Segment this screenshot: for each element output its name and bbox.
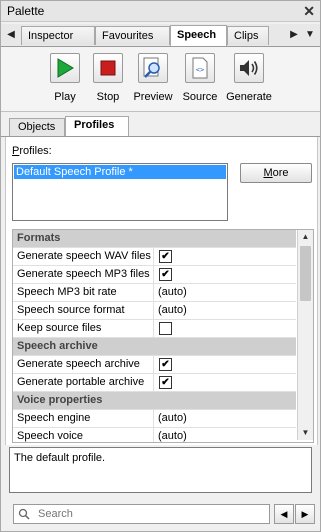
table-row[interactable]: Generate portable archive ✔ bbox=[13, 374, 296, 392]
generate-label: Generate bbox=[226, 91, 272, 103]
property-value[interactable]: (auto) bbox=[158, 412, 187, 424]
table-row[interactable]: Generate speech MP3 files ✔ bbox=[13, 266, 296, 284]
scroll-thumb[interactable] bbox=[300, 246, 311, 301]
section-header: Formats bbox=[13, 230, 296, 248]
property-key: Generate speech archive bbox=[17, 358, 140, 370]
source-document-icon: <> bbox=[185, 53, 215, 83]
svg-text:<>: <> bbox=[196, 66, 204, 74]
table-row[interactable]: Speech MP3 bit rate (auto) bbox=[13, 284, 296, 302]
tab-profiles[interactable]: Profiles bbox=[65, 116, 129, 136]
tab-scroll-right-icon[interactable]: ▶ bbox=[287, 26, 301, 43]
close-icon[interactable]: ✕ bbox=[303, 3, 315, 20]
play-icon bbox=[50, 53, 80, 83]
previous-result-button[interactable]: ◀ bbox=[274, 504, 294, 524]
preview-label: Preview bbox=[133, 91, 173, 103]
property-key: Keep source files bbox=[17, 322, 102, 334]
property-key: Speech engine bbox=[17, 412, 91, 424]
section-header: Speech archive bbox=[13, 338, 296, 356]
search-input[interactable] bbox=[36, 506, 265, 522]
palette-window: Palette ✕ ◀ Inspector Favourites Speech … bbox=[0, 0, 321, 532]
generate-button[interactable]: Generate bbox=[222, 51, 276, 103]
section-header: Voice properties bbox=[13, 392, 296, 410]
properties-grid: Formats Generate speech WAV files ✔ Gener… bbox=[12, 229, 314, 443]
preview-button[interactable]: Preview bbox=[126, 51, 180, 103]
tab-inspector[interactable]: Inspector bbox=[21, 26, 95, 45]
scroll-up-icon[interactable]: ▲ bbox=[298, 230, 313, 244]
table-row[interactable]: Generate speech archive ✔ bbox=[13, 356, 296, 374]
source-button[interactable]: <> Source bbox=[173, 51, 227, 103]
search-bar: ◀ ▶ bbox=[1, 498, 320, 531]
profiles-panel: Profiles: Default Speech Profile * More … bbox=[5, 137, 318, 445]
more-button[interactable]: More bbox=[240, 163, 312, 183]
property-key: Speech source format bbox=[17, 304, 125, 316]
next-result-button[interactable]: ▶ bbox=[295, 504, 315, 524]
preview-magnifier-icon bbox=[138, 53, 168, 83]
speaker-icon bbox=[234, 53, 264, 83]
table-row[interactable]: Keep source files bbox=[13, 320, 296, 338]
tab-label: Profiles bbox=[74, 119, 115, 131]
tab-objects[interactable]: Objects bbox=[9, 118, 65, 136]
section-title: Speech archive bbox=[17, 340, 98, 352]
property-value[interactable]: (auto) bbox=[158, 286, 187, 298]
checkbox[interactable]: ✔ bbox=[159, 376, 172, 389]
property-key: Generate portable archive bbox=[17, 376, 145, 388]
speech-toolbar: Play Stop Preview <> Source Generate bbox=[1, 47, 320, 112]
tab-favourites[interactable]: Favourites bbox=[95, 26, 170, 45]
window-title: Palette bbox=[7, 4, 45, 18]
search-icon bbox=[18, 508, 30, 523]
subtab-bar: Objects Profiles bbox=[1, 116, 320, 137]
property-value[interactable]: (auto) bbox=[158, 304, 187, 316]
tab-menu-chevron-down-icon[interactable]: ▼ bbox=[303, 26, 317, 43]
profiles-label: Profiles: bbox=[12, 145, 52, 157]
title-bar: Palette ✕ bbox=[1, 1, 320, 22]
tab-bar: ◀ Inspector Favourites Speech Clips ▶ ▼ bbox=[1, 24, 320, 47]
stop-icon bbox=[93, 53, 123, 83]
checkbox[interactable]: ✔ bbox=[159, 358, 172, 371]
arrow-right-icon: ▶ bbox=[301, 508, 309, 519]
source-label: Source bbox=[182, 91, 218, 103]
description-box: The default profile. bbox=[9, 447, 312, 493]
table-row[interactable]: Speech engine (auto) bbox=[13, 410, 296, 428]
table-row[interactable]: Speech source format (auto) bbox=[13, 302, 296, 320]
search-field[interactable] bbox=[13, 504, 270, 524]
profiles-list[interactable]: Default Speech Profile * bbox=[12, 163, 228, 221]
table-row[interactable]: Speech voice (auto) bbox=[13, 428, 296, 442]
checkbox[interactable] bbox=[159, 322, 172, 335]
property-key: Speech voice bbox=[17, 430, 84, 442]
list-item[interactable]: Default Speech Profile * bbox=[14, 165, 226, 179]
tab-scroll-left-icon[interactable]: ◀ bbox=[4, 26, 18, 43]
tab-clips[interactable]: Clips bbox=[227, 26, 269, 45]
tab-label: Clips bbox=[234, 30, 259, 42]
property-key: Speech MP3 bit rate bbox=[17, 286, 117, 298]
property-key: Generate speech MP3 files bbox=[17, 268, 150, 280]
vertical-scrollbar[interactable]: ▲ ▼ bbox=[297, 230, 313, 440]
property-key: Generate speech WAV files bbox=[17, 250, 151, 262]
tab-speech[interactable]: Speech bbox=[170, 25, 227, 46]
table-row[interactable]: Generate speech WAV files ✔ bbox=[13, 248, 296, 266]
section-title: Formats bbox=[17, 232, 61, 244]
tab-label: Inspector bbox=[28, 30, 74, 42]
tab-label: Favourites bbox=[102, 30, 154, 42]
checkbox[interactable]: ✔ bbox=[159, 268, 172, 281]
property-value[interactable]: (auto) bbox=[158, 430, 187, 442]
arrow-left-icon: ◀ bbox=[280, 508, 288, 519]
checkbox[interactable]: ✔ bbox=[159, 250, 172, 263]
tab-label: Objects bbox=[18, 121, 56, 133]
tab-label: Speech bbox=[177, 29, 217, 41]
section-title: Voice properties bbox=[17, 394, 103, 406]
scroll-down-icon[interactable]: ▼ bbox=[298, 426, 313, 440]
